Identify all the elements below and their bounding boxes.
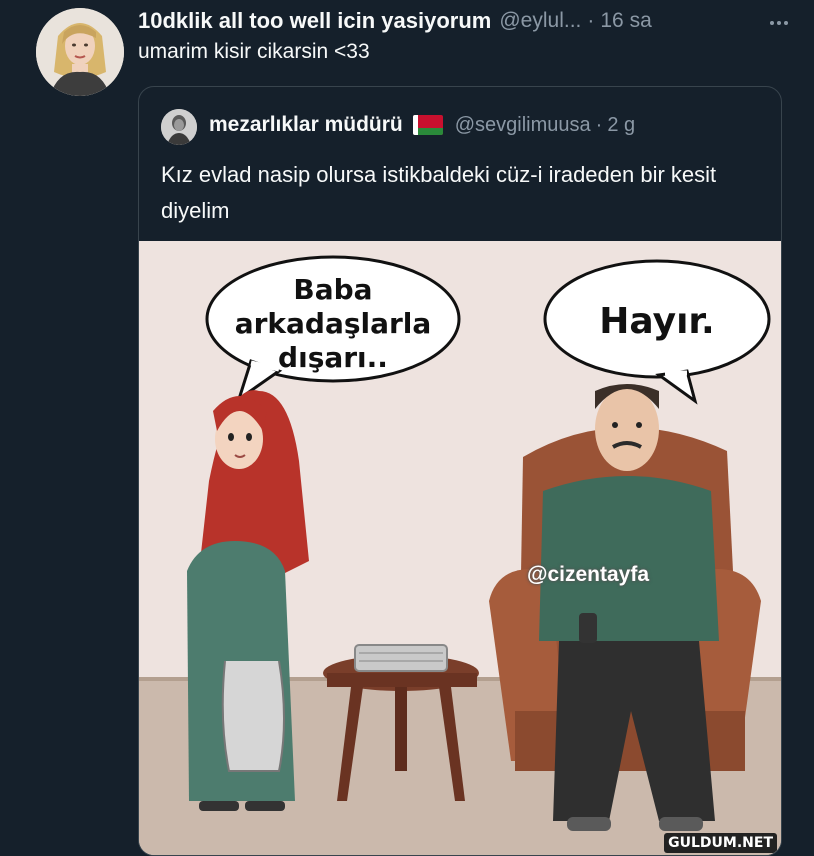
bubble-left-line-1: Baba [293,273,372,306]
quoted-tweet-text: Kız evlad nasip olursa istikbaldeki cüz-… [161,162,717,223]
side-table [323,644,479,801]
quoted-avatar-image [161,109,197,145]
tweet-text: umarim kisir cikarsin <33 [138,40,370,63]
user-handle[interactable]: @eylul... [499,9,581,33]
remote-control-icon [579,613,597,643]
comic-illustration: Baba arkadaşlarla dışarı.. Hayır. [187,255,771,831]
quoted-tweet[interactable]: mezarlıklar müdürü @sevgilimuusa · 2 g K… [138,86,782,856]
tweet[interactable]: 10dklik all too well icin yasiyorum @eyl… [0,0,814,856]
user-avatar[interactable] [36,8,124,96]
quoted-user-avatar[interactable] [161,109,197,145]
quoted-tweet-header: mezarlıklar müdürü @sevgilimuusa · 2 g [209,113,635,137]
bubble-left-line-3: dışarı.. [278,341,388,374]
bubble-right-text: Hayır. [599,301,714,342]
tweet-timestamp[interactable]: 16 sa [600,9,651,33]
speech-bubble-right: Hayır. [543,259,771,405]
more-options-icon[interactable] [767,12,788,30]
image-watermark: @cizentayfa [527,563,650,586]
quoted-user-handle[interactable]: @sevgilimuusa [455,114,591,137]
speech-bubble-left: Baba arkadaşlarla dışarı.. [205,255,461,403]
separator-dot: · [587,9,595,32]
display-name[interactable]: 10dklik all too well icin yasiyorum [138,8,491,34]
avatar-image [36,8,124,96]
flag-icon [412,115,443,135]
separator-dot: · [595,113,603,136]
site-logo: GULDUM.NET [664,833,777,853]
quoted-media-image[interactable]: Baba arkadaşlarla dışarı.. Hayır. @cizen… [139,241,781,855]
quoted-display-name[interactable]: mezarlıklar müdürü [209,113,403,137]
tweet-header: 10dklik all too well icin yasiyorum @eyl… [138,6,796,36]
bubble-left-line-2: arkadaşlarla [235,307,432,340]
girl-figure [187,390,309,811]
quoted-timestamp[interactable]: 2 g [607,114,635,137]
